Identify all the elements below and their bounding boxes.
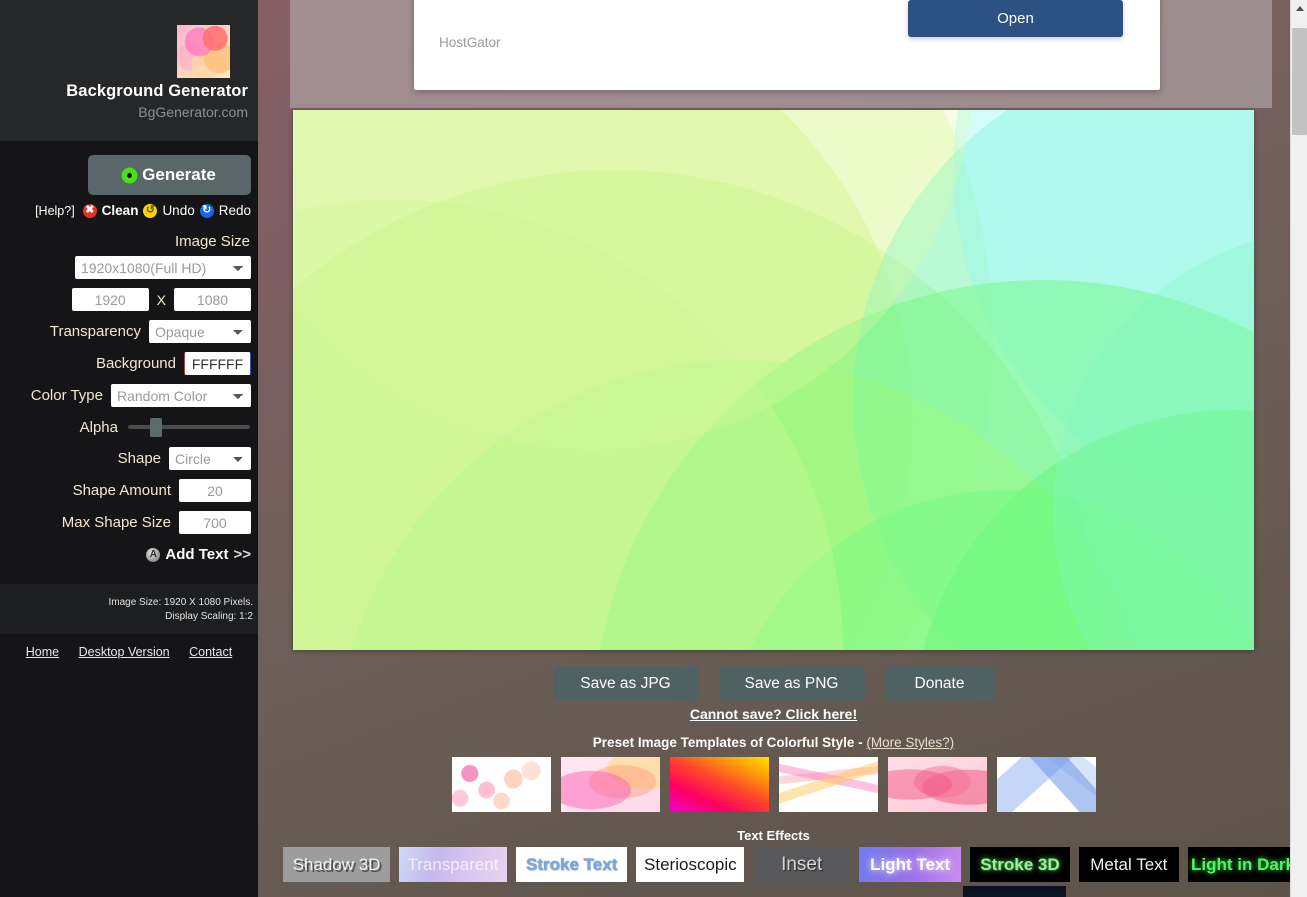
alpha-slider-track [128,425,250,429]
save-as-jpg-button[interactable]: Save as JPG [552,666,699,701]
image-size-info: Image Size: 1920 X 1080 Pixels. [108,597,253,608]
save-as-png-button[interactable]: Save as PNG [718,666,865,701]
background-label: Background [95,355,176,372]
clean-button[interactable]: Clean [102,203,139,218]
blue-triangles-preset[interactable] [996,757,1096,812]
text-effects-heading: Text Effects [737,828,810,843]
text-effect-stroke-3d[interactable]: Stroke 3D [970,847,1070,882]
shape-select[interactable]: Circle [169,447,251,470]
shape-amount-label: Shape Amount [72,482,171,499]
text-effect-sterioscopic[interactable]: Sterioscopic [636,847,745,882]
preset-heading-text: Preset Image Templates of Colorful Style [592,735,855,750]
transparency-label: Transparency [49,323,141,340]
add-text-link[interactable]: A Add Text >> [0,546,258,563]
pastel-ribbons-preset[interactable] [778,757,878,812]
sidebar: Background Generator BgGenerator.com Gen… [0,0,258,897]
width-input[interactable] [71,288,149,311]
image-size-title: Image Size [174,233,250,250]
text-effect-inset[interactable]: Inset [753,847,851,882]
generate-button-label: Generate [142,165,216,184]
size-preset-row: 1920x1080(Full HD) [0,256,258,279]
background-row: Background [0,352,258,375]
tool-row: [Help?] ✖ Clean ↺ Undo ↻ Redo [35,203,251,218]
transparency-select[interactable]: Opaque [149,320,251,343]
shape-amount-row: Shape Amount [0,479,258,502]
sidebar-header: Background Generator BgGenerator.com [0,0,258,141]
text-effects-row-overflow [283,886,1298,897]
cannot-save-link[interactable]: Cannot save? Click here! [690,706,857,722]
magenta-yellow-gradient-preset[interactable] [669,757,769,812]
undo-button[interactable]: Undo [162,203,194,218]
max-shape-size-row: Max Shape Size [0,511,258,534]
red-pink-circles-preset[interactable] [887,757,987,812]
footer-link-contact[interactable]: Contact [189,645,232,659]
max-shape-size-input[interactable] [179,511,251,534]
color-type-label: Color Type [30,387,103,404]
max-shape-size-label: Max Shape Size [61,514,171,531]
footer-link-desktop-version[interactable]: Desktop Version [79,645,170,659]
generated-image-canvas[interactable] [293,110,1254,650]
background-color-input[interactable] [184,352,251,375]
color-type-row: Color Type Random Color [0,384,258,407]
height-input[interactable] [174,288,251,311]
gear-icon [123,168,137,182]
text-effect-light-text[interactable]: Light Text [859,847,962,882]
chevron-up-icon[interactable] [1291,0,1307,17]
app-title: Background Generator [66,82,248,100]
preset-heading: Preset Image Templates of Colorful Style… [293,735,1254,750]
donate-button[interactable]: Donate [884,666,995,701]
redo-button[interactable]: Redo [219,203,251,218]
alpha-row: Alpha [0,416,258,438]
preset-heading-dash: - [858,735,863,750]
generate-button[interactable]: Generate [88,155,251,195]
redo-arrow-icon[interactable]: ↻ [199,203,214,218]
bokeh-dots-preset[interactable] [451,757,551,812]
x-circle-icon[interactable]: ✖ [82,203,97,218]
alpha-slider[interactable] [128,416,250,438]
settings-form: Image Size 1920x1080(Full HD) X Transpar… [0,233,258,563]
cannot-save-row: Cannot save? Click here! [293,706,1254,724]
display-scaling-info: Display Scaling: 1:2 [165,611,253,622]
footer-links: Home Desktop Version Contact [0,645,258,659]
scrollbar-thumb[interactable] [1292,28,1307,135]
size-preset-select[interactable]: 1920x1080(Full HD) [75,256,251,279]
dimensions-row: X [0,288,258,311]
dimension-separator: X [156,291,166,308]
shape-label: Shape [117,450,161,467]
ad-open-button[interactable]: Open [908,0,1123,37]
text-effect-metal-text[interactable]: Metal Text [1078,847,1179,882]
more-styles-link[interactable]: (More Styles?) [866,735,954,750]
alpha-slider-thumb[interactable] [150,418,162,437]
ad-banner: HostGator Open [414,0,1160,90]
add-text-arrows: >> [233,546,251,563]
app-subtitle: BgGenerator.com [138,104,248,120]
page-scrollbar[interactable] [1290,0,1307,897]
image-meta-band: Image Size: 1920 X 1080 Pixels. Display … [0,584,258,634]
text-effect-overflow-tile[interactable] [963,886,1066,897]
text-effects-row: Shadow 3D Transparent Stroke Text Sterio… [283,847,1298,882]
undo-arrow-icon[interactable]: ↺ [143,203,158,218]
text-effect-stroke-text[interactable]: Stroke Text [516,847,628,882]
save-actions-row: Save as JPG Save as PNG Donate [293,666,1254,701]
preset-thumbnail-row [293,757,1254,812]
colorful-thumbnail-icon [177,25,230,78]
color-type-select[interactable]: Random Color [111,384,251,407]
text-effect-light-in-dark[interactable]: Light in Dark [1188,847,1298,882]
transparency-row: Transparency Opaque [0,320,258,343]
shape-row: Shape Circle [0,447,258,470]
ad-advertiser-name: HostGator [439,35,501,50]
text-effect-transparent[interactable]: Transparent [399,847,507,882]
pink-orange-ellipses-preset[interactable] [560,757,660,812]
help-link[interactable]: [Help?] [35,204,75,218]
shape-amount-input[interactable] [179,479,251,502]
text-effect-shadow-3d[interactable]: Shadow 3D [283,847,390,882]
footer-link-home[interactable]: Home [26,645,59,659]
letter-a-circle-icon: A [146,547,161,562]
alpha-label: Alpha [79,418,118,436]
add-text-label: Add Text [165,546,229,563]
